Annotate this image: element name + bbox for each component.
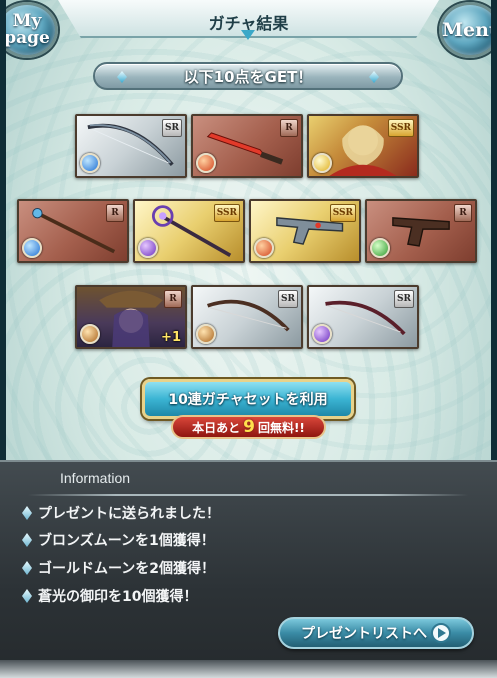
- get-banner: 以下10点をGET！: [93, 62, 403, 90]
- bottom-strip: [0, 660, 497, 678]
- diamond-bullet-icon: [22, 589, 32, 603]
- information-title: Information: [60, 470, 131, 486]
- info-item-text: ブロンズムーンを1個獲得！: [38, 533, 215, 549]
- rarity-badge: R: [280, 119, 298, 137]
- info-item: プレゼントに送られました！: [22, 502, 220, 524]
- earth-element-icon: [196, 324, 216, 344]
- fire-element-icon: [254, 238, 274, 258]
- rarity-badge: SR: [394, 290, 414, 308]
- get-banner-text: 以下10点をGET！: [183, 67, 313, 86]
- diamond-bullet-icon: [22, 506, 32, 520]
- wind-element-icon: [370, 238, 390, 258]
- rarity-badge: SSR: [387, 119, 414, 137]
- result-card-sr-weapon[interactable]: SR: [75, 114, 187, 178]
- dark-element-icon: [138, 238, 158, 258]
- info-item: 蒼光の御印を10個獲得！: [22, 585, 197, 607]
- rarity-badge: R: [164, 290, 182, 308]
- dark-element-icon: [312, 324, 332, 344]
- gacha-result-screen: ガチャ結果 My page Menu 以下10点をGET！ SR R SSR R…: [0, 0, 497, 678]
- result-card-r-weapon[interactable]: R: [191, 114, 303, 178]
- rarity-badge: SSR: [213, 204, 240, 222]
- diamond-bullet-icon: [22, 561, 32, 575]
- diamond-bullet-icon: [22, 533, 32, 547]
- diamond-icon: [117, 71, 127, 83]
- rarity-badge: R: [106, 204, 124, 222]
- present-list-button[interactable]: プレゼントリストへ: [278, 617, 474, 649]
- result-card-sr-weapon[interactable]: SR: [307, 285, 419, 349]
- result-card-r-weapon[interactable]: R: [17, 199, 129, 263]
- use-gacha-set-button[interactable]: 10連ガチャセットを利用: [142, 379, 354, 419]
- light-element-icon: [312, 153, 332, 173]
- rarity-badge: R: [454, 204, 472, 222]
- earth-element-icon: [80, 324, 100, 344]
- divider: [28, 494, 468, 496]
- info-item-text: ゴールドムーンを2個獲得！: [38, 561, 216, 577]
- free-draws-count: 9: [243, 417, 255, 437]
- result-card-r-weapon[interactable]: R: [365, 199, 477, 263]
- rarity-badge: SR: [162, 119, 182, 137]
- rarity-badge: SR: [278, 290, 298, 308]
- mypage-button[interactable]: My page: [0, 2, 58, 58]
- info-item: ブロンズムーンを1個獲得！: [22, 529, 215, 551]
- free-draws-suffix: 回無料!!: [257, 420, 305, 435]
- present-list-label: プレゼントリストへ: [301, 626, 427, 642]
- fire-element-icon: [196, 153, 216, 173]
- arrow-right-icon: [431, 623, 451, 643]
- water-element-icon: [80, 153, 100, 173]
- use-gacha-set-label: 10連ガチャセットを利用: [168, 392, 328, 408]
- result-card-ssr-weapon[interactable]: SSR: [133, 199, 245, 263]
- info-item-text: プレゼントに送られました！: [38, 506, 220, 522]
- menu-button[interactable]: Menu: [439, 2, 497, 58]
- info-item: ゴールドムーンを2個獲得！: [22, 557, 215, 579]
- result-card-ssr-character[interactable]: SSR: [307, 114, 419, 178]
- mypage-label-line2: page: [4, 28, 50, 48]
- result-card-sr-weapon[interactable]: SR: [191, 285, 303, 349]
- menu-label: Menu: [442, 18, 497, 41]
- rarity-badge: SSR: [329, 204, 356, 222]
- info-item-text: 蒼光の御印を10個獲得！: [38, 589, 198, 605]
- diamond-icon: [369, 71, 379, 83]
- duplicate-plus-badge: +1: [161, 330, 181, 345]
- free-draws-prefix: 本日あと: [192, 420, 241, 435]
- water-element-icon: [22, 238, 42, 258]
- result-card-r-character[interactable]: R +1: [75, 285, 187, 349]
- result-card-ssr-weapon[interactable]: SSR: [249, 199, 361, 263]
- free-draws-badge: 本日あと 9 回無料!!: [171, 415, 326, 439]
